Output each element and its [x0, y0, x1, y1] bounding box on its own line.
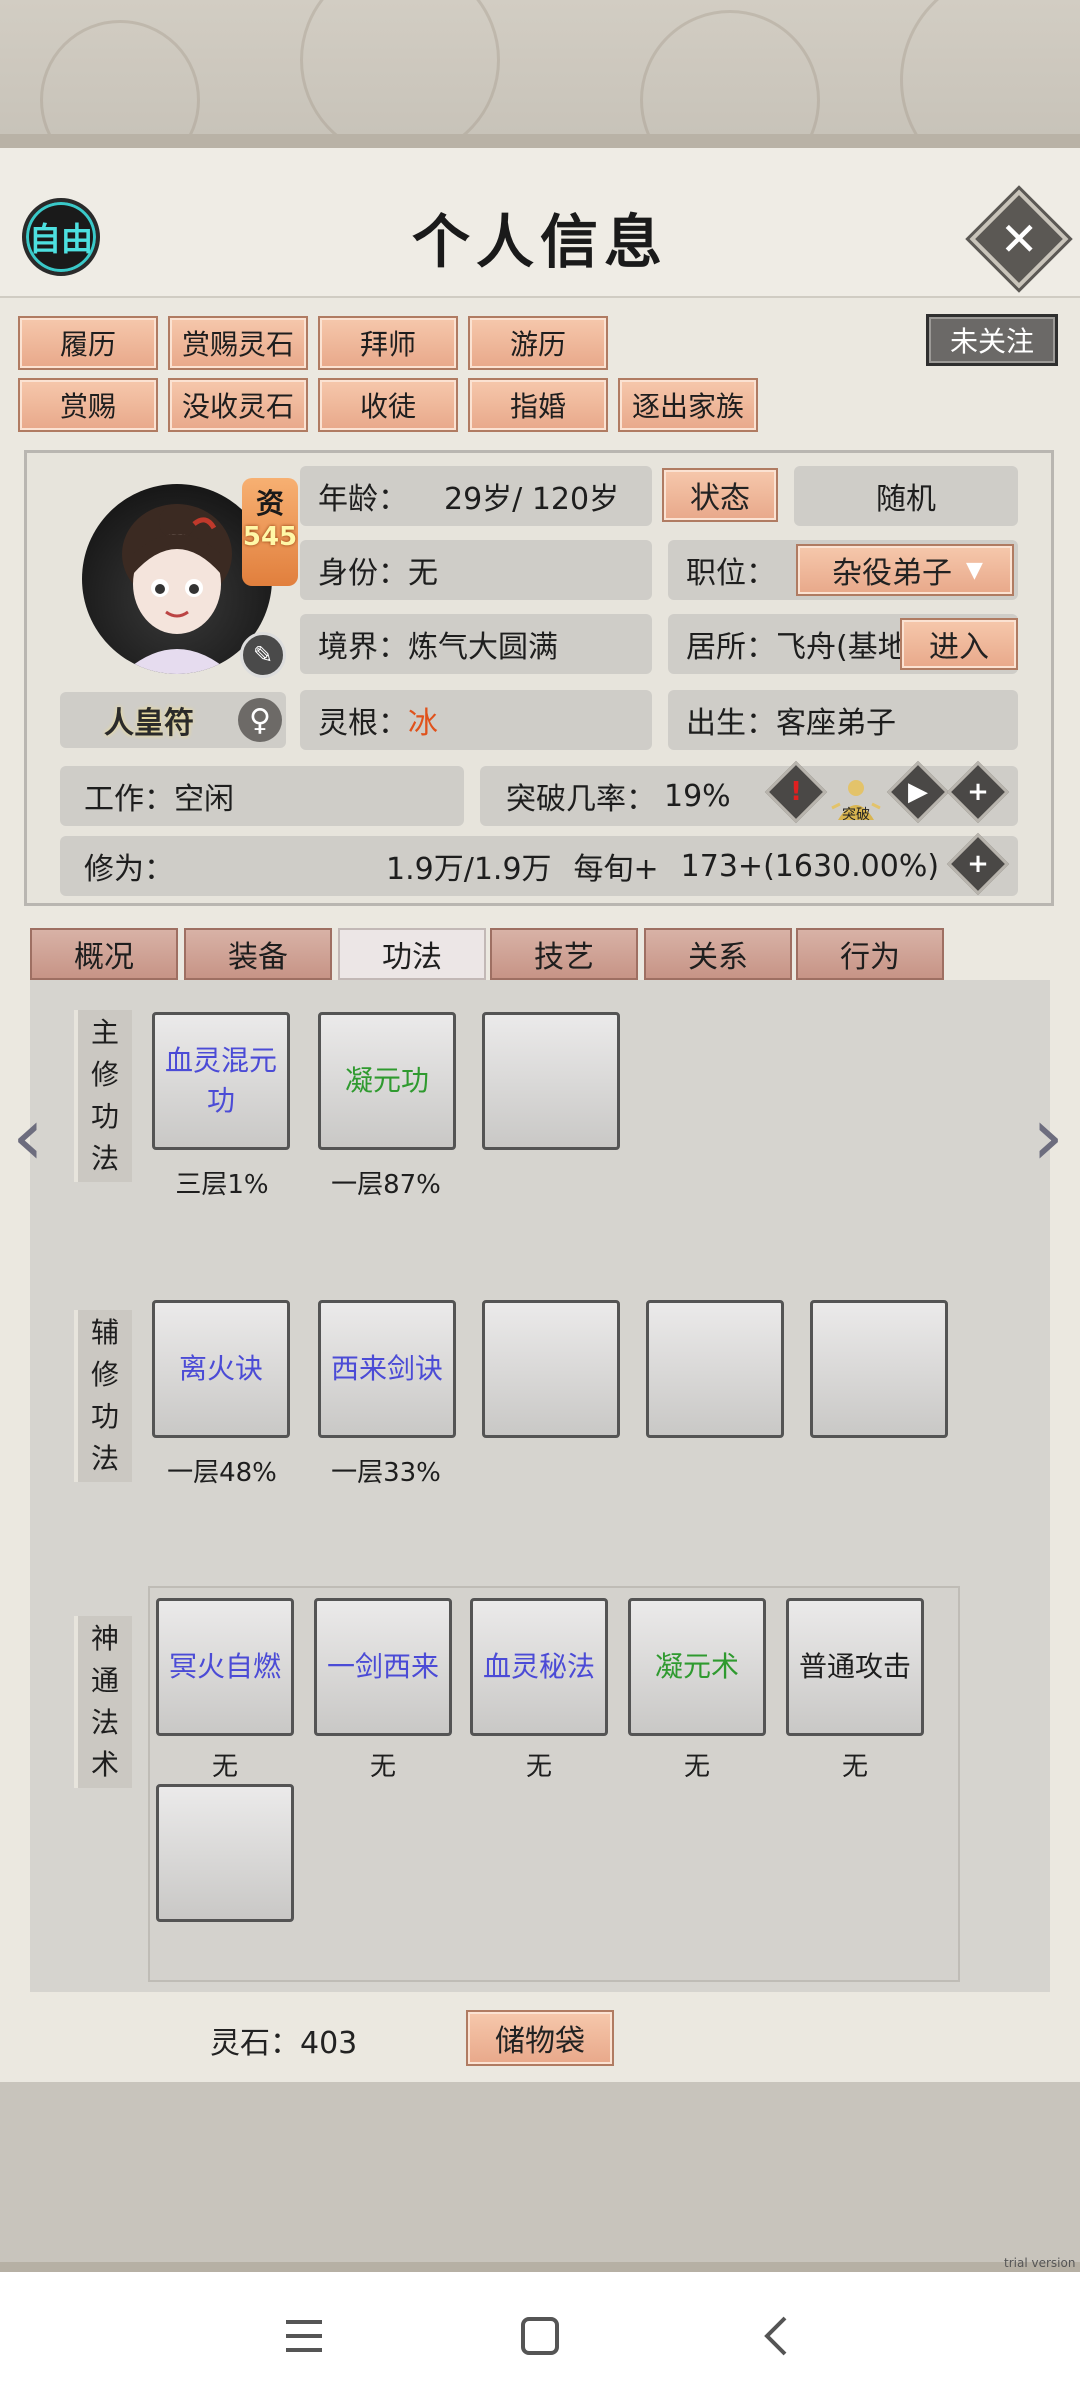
tab-equipment[interactable]: 装备: [184, 928, 332, 980]
prev-arrow-icon[interactable]: ‹: [8, 1090, 48, 1183]
take-disciple-button[interactable]: 收徒: [318, 378, 458, 432]
cultivation-value: 1.9万/1.9万: [386, 852, 552, 887]
aptitude-value: 545: [242, 522, 298, 552]
aux-method-slot-empty[interactable]: [482, 1300, 620, 1438]
menu-icon[interactable]: [274, 2306, 334, 2366]
tab-relations[interactable]: 关系: [644, 928, 792, 980]
page-title: 个人信息: [411, 208, 668, 276]
spell-slot[interactable]: 普通攻击: [786, 1598, 924, 1736]
work-field: 工作： 空闲: [60, 766, 464, 826]
aux-methods-label: 辅修功法: [74, 1310, 132, 1482]
apprentice-button[interactable]: 拜师: [318, 316, 458, 370]
tab-skills[interactable]: 技艺: [490, 928, 638, 980]
follow-button[interactable]: 未关注: [926, 314, 1058, 366]
back-icon[interactable]: [746, 2306, 806, 2366]
age-value: 29岁/ 120岁: [444, 482, 620, 517]
breakthrough-label: 突破几率：: [506, 782, 656, 817]
birth-value: 客座弟子: [776, 706, 896, 741]
position-dropdown[interactable]: 杂役弟子 ▼: [796, 544, 1014, 596]
main-methods-label: 主修功法: [74, 1010, 132, 1182]
aptitude-label: 资: [255, 487, 284, 520]
aux-method-slot[interactable]: 西来剑诀: [318, 1300, 456, 1438]
edit-icon[interactable]: ✎: [240, 632, 286, 678]
aux-method-slot-empty[interactable]: [810, 1300, 948, 1438]
spell-level: 无: [369, 1752, 396, 1782]
spirit-root-label: 灵根：: [318, 706, 408, 741]
main-method-slot[interactable]: 凝元功: [318, 1012, 456, 1150]
per-turn-value: 173+(1630.00%): [680, 848, 940, 884]
reward-stones-button[interactable]: 赏赐灵石: [168, 316, 308, 370]
residence-label: 居所：: [686, 630, 776, 665]
main-method-level: 一层87%: [331, 1170, 441, 1200]
spell-level: 无: [525, 1752, 552, 1782]
enter-button[interactable]: 进入: [900, 618, 1018, 670]
spell-level: 无: [841, 1752, 868, 1782]
tab-techniques[interactable]: 功法: [338, 928, 486, 980]
spells-label: 神通法术: [74, 1616, 132, 1788]
tab-overview[interactable]: 概况: [30, 928, 178, 980]
travel-button[interactable]: 游历: [468, 316, 608, 370]
character-name: 人皇符: [104, 706, 194, 741]
age-field: 年龄： 29岁/ 120岁: [300, 466, 652, 526]
main-method-slot-empty[interactable]: [482, 1012, 620, 1150]
position-value: 杂役弟子: [832, 556, 952, 591]
breakthrough-badge: 突破: [842, 807, 870, 823]
confiscate-stones-button[interactable]: 没收灵石: [168, 378, 308, 432]
reward-button[interactable]: 赏赐: [18, 378, 158, 432]
status-button[interactable]: 状态: [662, 468, 778, 522]
spirit-root-value: 冰: [408, 706, 438, 741]
random-button[interactable]: 随机: [794, 466, 1018, 526]
trial-watermark: trial version: [1004, 2256, 1076, 2270]
free-mode-button[interactable]: 自由: [22, 198, 100, 276]
aptitude-badge: 资 545: [242, 478, 298, 586]
spell-slot[interactable]: 冥火自燃: [156, 1598, 294, 1736]
spirit-stone-count: 灵石：403: [210, 2026, 358, 2061]
spell-slot[interactable]: 凝元术: [628, 1598, 766, 1736]
spell-level: 无: [211, 1752, 238, 1782]
per-turn-label: 每旬+: [573, 852, 659, 887]
spell-slot[interactable]: 血灵秘法: [470, 1598, 608, 1736]
identity-field: 身份： 无: [300, 540, 652, 600]
main-method-level: 三层1%: [175, 1170, 269, 1200]
work-label: 工作：: [84, 782, 174, 817]
spell-slot[interactable]: 一剑西来: [314, 1598, 452, 1736]
aux-method-slot[interactable]: 离火诀: [152, 1300, 290, 1438]
arrange-marriage-button[interactable]: 指婚: [468, 378, 608, 432]
aux-method-level: 一层33%: [331, 1458, 441, 1488]
spirit-root-field: 灵根： 冰: [300, 690, 652, 750]
spell-level: 无: [683, 1752, 710, 1782]
age-label: 年龄：: [318, 482, 408, 517]
expel-button[interactable]: 逐出家族: [618, 378, 758, 432]
aux-method-slot-empty[interactable]: [646, 1300, 784, 1438]
identity-label: 身份：: [318, 556, 408, 591]
resume-button[interactable]: 履历: [18, 316, 158, 370]
bottom-background: [0, 2082, 1080, 2272]
dropdown-arrow-icon: ▼: [966, 557, 983, 583]
birth-label: 出生：: [686, 706, 776, 741]
main-method-slot[interactable]: 血灵混元功: [152, 1012, 290, 1150]
breakthrough-value: 19%: [664, 778, 731, 814]
breakthrough-button[interactable]: 突破: [826, 760, 886, 824]
cultivation-label: 修为：: [84, 852, 174, 887]
next-arrow-icon[interactable]: ›: [1028, 1090, 1068, 1183]
position-label: 职位：: [686, 556, 776, 591]
work-value: 空闲: [174, 782, 234, 817]
top-background: [0, 0, 1080, 190]
female-icon: ♀: [238, 698, 282, 742]
aux-method-level: 一层48%: [167, 1458, 277, 1488]
tab-behavior[interactable]: 行为: [796, 928, 944, 980]
home-icon[interactable]: [510, 2306, 570, 2366]
close-icon: ✕: [999, 211, 1039, 266]
realm-field: 境界： 炼气大圆满: [300, 614, 652, 674]
realm-label: 境界：: [318, 630, 408, 665]
residence-value: 飞舟(基地: [776, 630, 908, 665]
identity-value: 无: [408, 556, 438, 591]
storage-bag-button[interactable]: 储物袋: [466, 2010, 614, 2066]
birth-field: 出生： 客座弟子: [668, 690, 1018, 750]
realm-value: 炼气大圆满: [408, 630, 558, 665]
spell-slot-empty[interactable]: [156, 1784, 294, 1922]
cultivation-field: 修为： 1.9万/1.9万 每旬+ 173+(1630.00%): [60, 836, 1018, 896]
